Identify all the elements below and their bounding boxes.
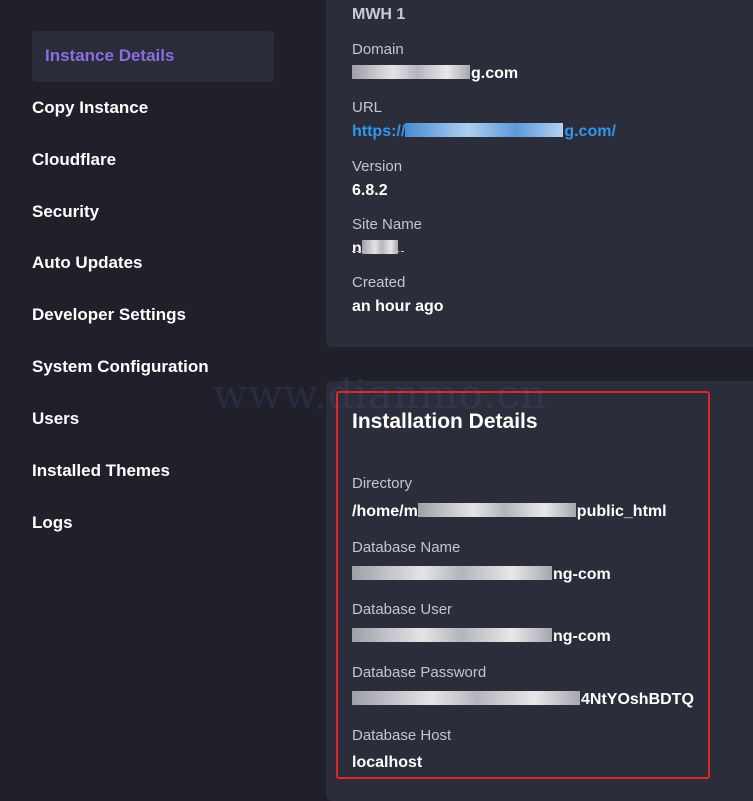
sidebar-item-copy-instance[interactable]: Copy Instance [32,97,148,119]
instance-heading: MWH 1 [352,6,406,23]
sidebar-item-developer-settings[interactable]: Developer Settings [32,304,186,326]
database-password-label: Database Password [352,664,487,681]
database-password-visible: 4NtYOshBDTQ [581,691,694,708]
sidebar-item-cloudflare[interactable]: Cloudflare [32,149,116,171]
database-name-label: Database Name [352,539,461,556]
domain-value-visible: g.com [471,65,519,82]
version-value: 6.8.2 [352,182,388,199]
sidebar-nav: Instance Details Copy Instance Cloudflar… [0,0,326,791]
installation-card: Installation Details Directory /home/m pu… [326,381,753,801]
site-name-underline [352,251,404,252]
database-user-visible: ng-com [553,628,611,645]
url-label: URL [352,99,383,116]
directory-prefix: /home/m [352,503,418,520]
redacted-block [417,503,576,517]
directory-suffix: public_html [576,503,667,520]
redacted-block [352,691,580,705]
url-prefix: https:// [352,123,406,140]
database-password-value: 4NtYOshBDTQ [352,691,694,709]
database-name-value: ng-com [352,566,611,584]
sidebar-item-instance-details[interactable]: Instance Details [32,31,274,82]
database-host-label: Database Host [352,727,452,744]
sidebar-item-system-configuration[interactable]: System Configuration [32,356,209,378]
site-name-value: n [352,240,399,258]
sidebar-item-security[interactable]: Security [32,201,99,223]
redacted-block [352,628,552,642]
domain-value: g.com [352,65,518,83]
site-name-label: Site Name [352,216,423,233]
installation-title: Installation Details [352,410,538,433]
url-suffix: g.com/ [564,123,616,140]
database-name-visible: ng-com [553,566,611,583]
sidebar-item-logs[interactable]: Logs [32,512,73,534]
database-user-label: Database User [352,601,453,618]
directory-label: Directory [352,475,413,492]
database-host-value: localhost [352,754,423,771]
site-name-visible: n [352,240,362,257]
version-label: Version [352,158,403,175]
sidebar-item-users[interactable]: Users [32,408,79,430]
sidebar-item-auto-updates[interactable]: Auto Updates [32,252,143,274]
directory-value: /home/m public_html [352,503,667,521]
url-link[interactable]: https:// g.com/ [352,123,616,141]
redacted-block [352,65,470,79]
redacted-block [352,566,552,580]
domain-label: Domain [352,41,404,58]
created-value: an hour ago [352,298,444,315]
database-user-value: ng-com [352,628,611,646]
sidebar-item-installed-themes[interactable]: Installed Themes [32,460,170,482]
instance-card: MWH 1 Domain g.com URL https:// g.com/ Ve… [326,0,753,347]
created-label: Created [352,274,406,291]
redacted-block [405,123,564,137]
